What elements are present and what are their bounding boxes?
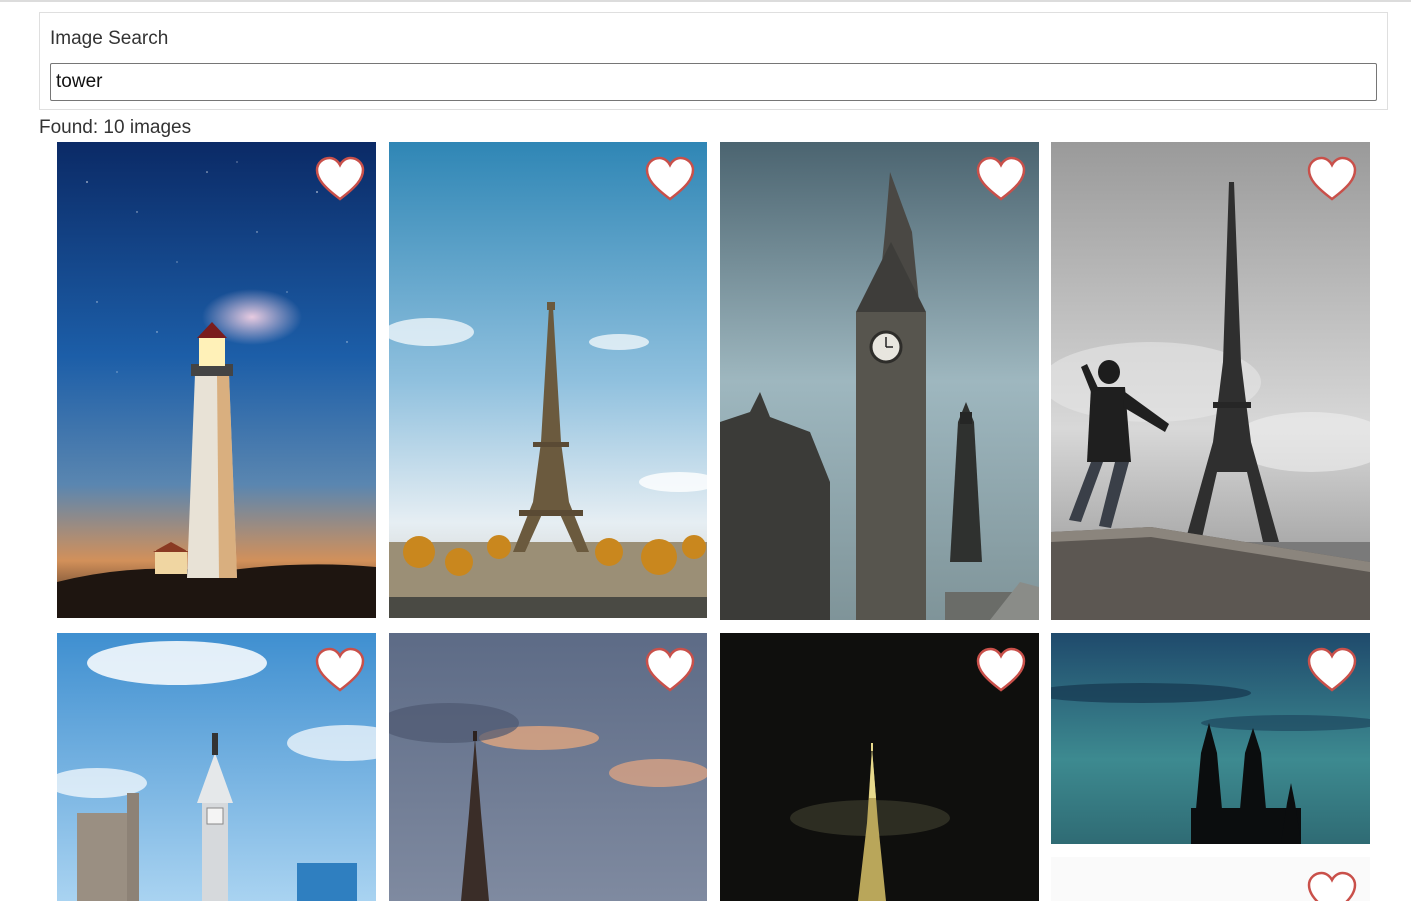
search-input[interactable] (50, 63, 1377, 101)
favorite-heart-icon[interactable] (975, 155, 1027, 203)
favorite-heart-icon[interactable] (975, 646, 1027, 694)
eiffel-tower-man-image (1051, 142, 1370, 620)
favorite-heart-icon[interactable] (644, 646, 696, 694)
image-tile-big-ben[interactable] (720, 142, 1039, 620)
image-tile-city-hall[interactable] (57, 633, 376, 901)
image-tile-eiffel-man[interactable] (1051, 142, 1370, 620)
favorite-heart-icon[interactable] (1306, 870, 1358, 901)
image-tile-skyscraper[interactable] (720, 633, 1039, 901)
favorite-heart-icon[interactable] (1306, 646, 1358, 694)
search-panel: Image Search (39, 12, 1388, 110)
lighthouse-image (57, 142, 376, 618)
favorite-heart-icon[interactable] (1306, 155, 1358, 203)
favorite-heart-icon[interactable] (644, 155, 696, 203)
image-tile-eiffel-blue[interactable] (389, 142, 707, 618)
top-border (0, 0, 1411, 2)
image-tile-cathedral[interactable] (1051, 633, 1370, 844)
big-ben-image (720, 142, 1039, 620)
image-tile-partial[interactable] (1051, 857, 1370, 901)
favorite-heart-icon[interactable] (314, 646, 366, 694)
image-tile-lighthouse[interactable] (57, 142, 376, 618)
image-tile-spire[interactable] (389, 633, 707, 901)
results-count: Found: 10 images (39, 117, 192, 138)
search-label: Image Search (50, 28, 169, 49)
favorite-heart-icon[interactable] (314, 155, 366, 203)
eiffel-tower-image (389, 142, 707, 618)
